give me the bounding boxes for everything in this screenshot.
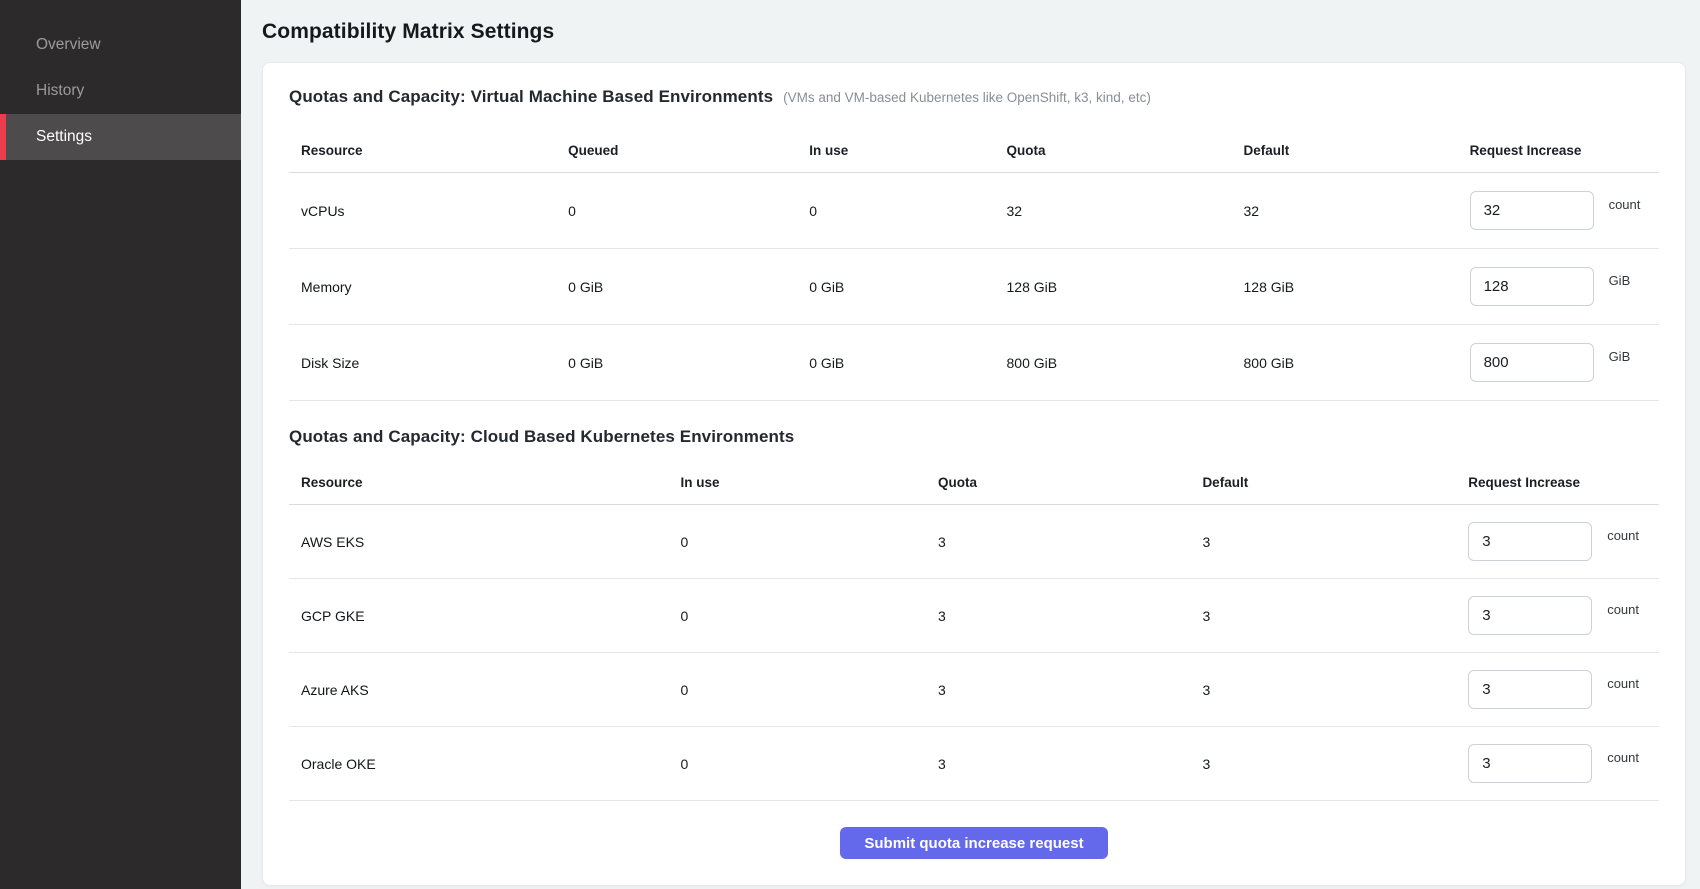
resource-name: Oracle OKE xyxy=(289,756,668,772)
unit-label: count xyxy=(1607,676,1639,691)
sidebar-item-settings[interactable]: Settings xyxy=(0,114,241,160)
main-content: Compatibility Matrix Settings Quotas and… xyxy=(241,0,1700,889)
sidebar-item-history[interactable]: History xyxy=(0,68,241,114)
vm-table-header: Resource Queued In use Quota Default Req… xyxy=(289,129,1659,173)
in-use-value: 0 xyxy=(668,534,926,550)
column-header-resource: Resource xyxy=(289,143,556,158)
in-use-value: 0 xyxy=(668,756,926,772)
default-value: 3 xyxy=(1190,756,1456,772)
table-row-vcpus: vCPUs 0 0 32 32 count xyxy=(289,173,1659,249)
unit-label: GiB xyxy=(1609,349,1631,364)
in-use-value: 0 xyxy=(668,608,926,624)
default-value: 3 xyxy=(1190,608,1456,624)
quota-value: 3 xyxy=(926,534,1190,550)
request-increase-cell: count xyxy=(1458,191,1659,230)
in-use-value: 0 GiB xyxy=(797,355,994,371)
quota-value: 3 xyxy=(926,756,1190,772)
cloud-section-heading: Quotas and Capacity: Cloud Based Kuberne… xyxy=(289,427,1659,447)
vcpus-request-input[interactable] xyxy=(1470,191,1594,230)
table-row-memory: Memory 0 GiB 0 GiB 128 GiB 128 GiB GiB xyxy=(289,249,1659,325)
sidebar-nav: Overview History Settings xyxy=(0,22,241,160)
column-header-resource: Resource xyxy=(289,475,668,490)
cloud-quota-table: Resource In use Quota Default Request In… xyxy=(289,461,1659,801)
column-header-queued: Queued xyxy=(556,143,797,158)
table-row-azure-aks: Azure AKS 0 3 3 count xyxy=(289,653,1659,727)
page-title: Compatibility Matrix Settings xyxy=(262,20,1686,44)
table-row-aws-eks: AWS EKS 0 3 3 count xyxy=(289,505,1659,579)
column-header-request-increase: Request Increase xyxy=(1458,143,1659,158)
submit-quota-increase-button[interactable]: Submit quota increase request xyxy=(840,827,1107,859)
cloud-table-header: Resource In use Quota Default Request In… xyxy=(289,461,1659,505)
vm-quotas-section: Quotas and Capacity: Virtual Machine Bas… xyxy=(289,87,1659,401)
unit-label: count xyxy=(1607,528,1639,543)
unit-label: count xyxy=(1607,750,1639,765)
unit-label: GiB xyxy=(1609,273,1631,288)
request-increase-cell: GiB xyxy=(1458,267,1659,306)
resource-name: GCP GKE xyxy=(289,608,668,624)
vm-section-heading: Quotas and Capacity: Virtual Machine Bas… xyxy=(289,87,1659,107)
quota-value: 128 GiB xyxy=(995,279,1232,295)
queued-value: 0 GiB xyxy=(556,355,797,371)
resource-name: Disk Size xyxy=(289,355,556,371)
in-use-value: 0 GiB xyxy=(797,279,994,295)
table-row-disk-size: Disk Size 0 GiB 0 GiB 800 GiB 800 GiB Gi… xyxy=(289,325,1659,401)
vm-quota-table: Resource Queued In use Quota Default Req… xyxy=(289,129,1659,401)
oracle-oke-request-input[interactable] xyxy=(1468,744,1592,783)
unit-label: count xyxy=(1607,602,1639,617)
request-increase-cell: count xyxy=(1456,596,1659,635)
gcp-gke-request-input[interactable] xyxy=(1468,596,1592,635)
request-increase-cell: count xyxy=(1456,670,1659,709)
azure-aks-request-input[interactable] xyxy=(1468,670,1592,709)
table-row-gcp-gke: GCP GKE 0 3 3 count xyxy=(289,579,1659,653)
resource-name: Azure AKS xyxy=(289,682,668,698)
card-footer: Submit quota increase request xyxy=(289,801,1659,885)
cloud-section-title: Quotas and Capacity: Cloud Based Kuberne… xyxy=(289,427,794,447)
request-increase-cell: GiB xyxy=(1458,343,1659,382)
quota-value: 3 xyxy=(926,682,1190,698)
default-value: 128 GiB xyxy=(1232,279,1458,295)
resource-name: AWS EKS xyxy=(289,534,668,550)
request-increase-cell: count xyxy=(1456,522,1659,561)
sidebar-item-overview[interactable]: Overview xyxy=(0,22,241,68)
column-header-in-use: In use xyxy=(797,143,994,158)
settings-card: Quotas and Capacity: Virtual Machine Bas… xyxy=(262,62,1686,886)
resource-name: vCPUs xyxy=(289,203,556,219)
queued-value: 0 xyxy=(556,203,797,219)
unit-label: count xyxy=(1609,197,1641,212)
cloud-quotas-section: Quotas and Capacity: Cloud Based Kuberne… xyxy=(289,427,1659,801)
sidebar: Overview History Settings xyxy=(0,0,241,889)
memory-request-input[interactable] xyxy=(1470,267,1594,306)
column-header-quota: Quota xyxy=(995,143,1232,158)
queued-value: 0 GiB xyxy=(556,279,797,295)
column-header-default: Default xyxy=(1232,143,1458,158)
in-use-value: 0 xyxy=(797,203,994,219)
request-increase-cell: count xyxy=(1456,744,1659,783)
default-value: 32 xyxy=(1232,203,1458,219)
default-value: 3 xyxy=(1190,534,1456,550)
in-use-value: 0 xyxy=(668,682,926,698)
quota-value: 3 xyxy=(926,608,1190,624)
aws-eks-request-input[interactable] xyxy=(1468,522,1592,561)
vm-section-title: Quotas and Capacity: Virtual Machine Bas… xyxy=(289,87,773,107)
column-header-default: Default xyxy=(1190,475,1456,490)
default-value: 800 GiB xyxy=(1232,355,1458,371)
resource-name: Memory xyxy=(289,279,556,295)
disk-size-request-input[interactable] xyxy=(1470,343,1594,382)
column-header-in-use: In use xyxy=(668,475,926,490)
default-value: 3 xyxy=(1190,682,1456,698)
quota-value: 800 GiB xyxy=(995,355,1232,371)
quota-value: 32 xyxy=(995,203,1232,219)
table-row-oracle-oke: Oracle OKE 0 3 3 count xyxy=(289,727,1659,801)
column-header-request-increase: Request Increase xyxy=(1456,475,1659,490)
vm-section-note: (VMs and VM-based Kubernetes like OpenSh… xyxy=(783,90,1151,105)
column-header-quota: Quota xyxy=(926,475,1190,490)
